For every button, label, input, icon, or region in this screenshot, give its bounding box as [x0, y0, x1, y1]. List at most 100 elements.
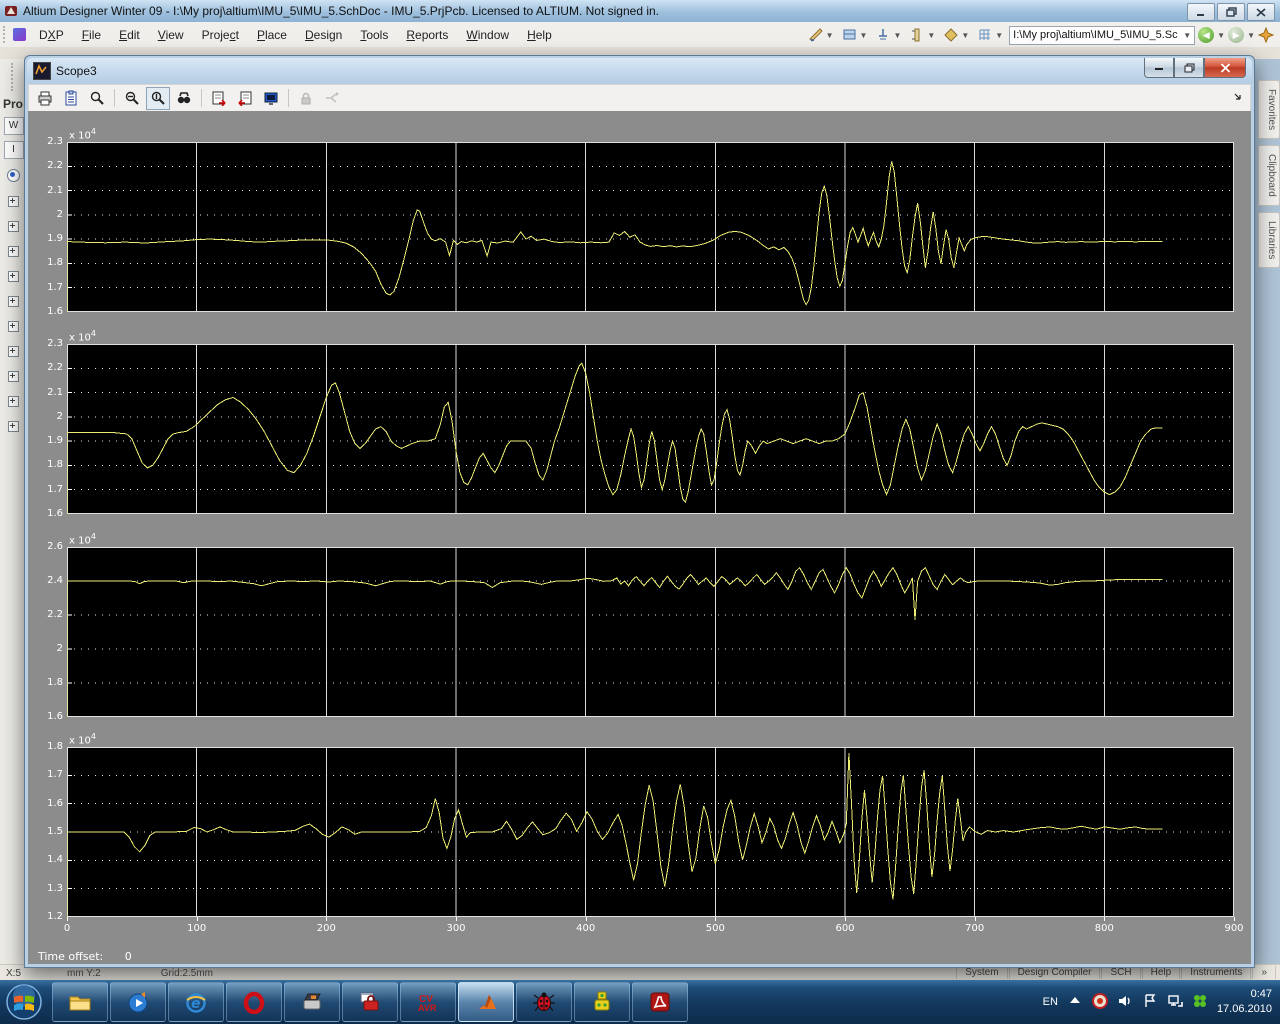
- drawing-tools-dropdown[interactable]: ▼: [805, 26, 837, 44]
- forward-button[interactable]: ▶: [1228, 27, 1244, 43]
- scope-restore-button[interactable]: [1174, 58, 1204, 78]
- project-tree: [0, 196, 27, 432]
- restore-axes-button[interactable]: [233, 87, 257, 110]
- altium-minimize-button[interactable]: [1187, 3, 1215, 21]
- sheet-symbol-dropdown[interactable]: ▼: [839, 26, 871, 44]
- internet-explorer-taskbar-button[interactable]: e: [168, 982, 224, 1022]
- programmer-taskbar-button[interactable]: [284, 982, 340, 1022]
- menu-item-reports[interactable]: Reports: [397, 25, 457, 45]
- power-port-dropdown[interactable]: ▼: [872, 26, 904, 44]
- explorer-taskbar-button[interactable]: [52, 982, 108, 1022]
- menu-item-window[interactable]: Window: [457, 25, 518, 45]
- zoom-y-button[interactable]: [146, 87, 170, 110]
- home-icon[interactable]: [1258, 27, 1274, 43]
- tree-expand-icon[interactable]: [8, 221, 19, 232]
- altium-window-title: Altium Designer Winter 09 - I:\My proj\a…: [23, 4, 659, 18]
- parameters-button[interactable]: [59, 87, 83, 110]
- scope-axes-4[interactable]: x 1041.81.71.61.51.41.31.2: [67, 747, 1234, 917]
- autoscale-binoculars-button[interactable]: [172, 87, 196, 110]
- back-dropdown-icon[interactable]: ▼: [1217, 31, 1225, 40]
- menu-item-edit[interactable]: Edit: [110, 25, 149, 45]
- signal-selection-icon: [324, 90, 340, 106]
- lock-axes-icon: [298, 90, 314, 106]
- net-label-dropdown[interactable]: ▼: [940, 26, 972, 44]
- svg-text:AVR: AVR: [418, 1003, 437, 1013]
- ladybug-taskbar-button[interactable]: [516, 982, 572, 1022]
- tree-expand-icon[interactable]: [8, 346, 19, 357]
- lock-axes-button[interactable]: [294, 87, 318, 110]
- workspace-button[interactable]: W: [4, 117, 24, 135]
- back-button[interactable]: ◀: [1198, 27, 1214, 43]
- zoom-button[interactable]: [85, 87, 109, 110]
- x-tick-label: 800: [1087, 923, 1121, 934]
- menu-item-place[interactable]: Place: [248, 25, 296, 45]
- tree-expand-icon[interactable]: [8, 396, 19, 407]
- signal-selection-button[interactable]: [320, 87, 344, 110]
- start-button[interactable]: [3, 982, 45, 1022]
- zoom-x-button[interactable]: [120, 87, 144, 110]
- tree-expand-icon[interactable]: [8, 296, 19, 307]
- scope-titlebar[interactable]: Scope3: [27, 58, 1252, 84]
- menu-item-project[interactable]: Project: [193, 25, 248, 45]
- toolbar-grip[interactable]: [3, 26, 9, 43]
- scope-axes-3[interactable]: x 1042.62.42.221.81.6: [67, 547, 1234, 717]
- panel-tab-libraries[interactable]: Libraries: [1258, 212, 1280, 268]
- tray-green-tray-button[interactable]: [1192, 993, 1208, 1012]
- tree-expand-icon[interactable]: [8, 321, 19, 332]
- media-player-taskbar-button[interactable]: [110, 982, 166, 1022]
- floating-scope-button[interactable]: [259, 87, 283, 110]
- scope-axes-2[interactable]: x 1042.32.22.121.91.81.71.6: [67, 344, 1234, 514]
- grid-dropdown[interactable]: ▼: [974, 26, 1006, 44]
- menu-item-dxp[interactable]: DXP: [30, 25, 73, 45]
- scope-axes-1[interactable]: x 1042.32.22.121.91.81.71.6: [67, 142, 1234, 312]
- tree-expand-icon[interactable]: [8, 246, 19, 257]
- menu-item-file[interactable]: File: [73, 25, 110, 45]
- robot-taskbar-button[interactable]: [574, 982, 630, 1022]
- scope-plot-canvas: [67, 747, 1234, 917]
- language-indicator[interactable]: EN: [1043, 996, 1058, 1008]
- ladybug-icon: [532, 990, 556, 1014]
- network-icon: [1167, 993, 1183, 1009]
- scope-minimize-button[interactable]: [1144, 58, 1174, 78]
- status-tabs-overflow[interactable]: »: [1252, 966, 1276, 979]
- document-path-combo[interactable]: I:\My proj\altium\IMU_5\IMU_5.Sc ▼: [1009, 26, 1195, 45]
- volume-tray-button[interactable]: [1117, 993, 1133, 1012]
- print-button[interactable]: [33, 87, 57, 110]
- network-tray-button[interactable]: [1167, 993, 1183, 1012]
- toolbar-overflow-icon[interactable]: [1234, 91, 1244, 101]
- chevron-down-icon[interactable]: ▼: [1183, 31, 1191, 40]
- matlab-taskbar-button[interactable]: [458, 982, 514, 1022]
- panel-tab-clipboard[interactable]: Clipboard: [1258, 145, 1280, 206]
- tree-expand-icon[interactable]: [8, 196, 19, 207]
- zoom-y-icon: [150, 90, 166, 106]
- y-axis-exponent-label: x 104: [69, 329, 96, 343]
- y-axis-exponent-label: x 104: [69, 732, 96, 746]
- altium-maximize-button[interactable]: [1217, 3, 1245, 21]
- part-dropdown[interactable]: ▼: [906, 26, 938, 44]
- panel-tab-favorites[interactable]: Favorites: [1258, 80, 1280, 139]
- menu-item-view[interactable]: View: [149, 25, 193, 45]
- cvavr-taskbar-button[interactable]: CVAVR: [400, 982, 456, 1022]
- tree-expand-icon[interactable]: [8, 271, 19, 282]
- y-tick-label: 2.1: [30, 387, 63, 398]
- taskbar-clock[interactable]: 0:47 17.06.2010: [1217, 987, 1276, 1017]
- scope-close-button[interactable]: [1204, 58, 1246, 78]
- acrobat-taskbar-button[interactable]: [632, 982, 688, 1022]
- tree-expand-icon[interactable]: [8, 421, 19, 432]
- radio-button[interactable]: [7, 169, 20, 182]
- matlab-icon: [474, 990, 498, 1014]
- toolbox-taskbar-button[interactable]: [342, 982, 398, 1022]
- panel-grip[interactable]: [11, 63, 17, 91]
- menu-item-help[interactable]: Help: [518, 25, 561, 45]
- action-center-flag-tray-button[interactable]: [1142, 993, 1158, 1012]
- opera-taskbar-button[interactable]: [226, 982, 282, 1022]
- forward-dropdown-icon[interactable]: ▼: [1247, 31, 1255, 40]
- altium-close-button[interactable]: [1247, 3, 1275, 21]
- menu-item-tools[interactable]: Tools: [351, 25, 397, 45]
- save-axes-button[interactable]: [207, 87, 231, 110]
- tree-expand-icon[interactable]: [8, 371, 19, 382]
- hiddens-arrow-icon-tray-button[interactable]: [1067, 993, 1083, 1012]
- project-button[interactable]: I: [4, 141, 24, 159]
- menu-item-design[interactable]: Design: [296, 25, 351, 45]
- tray-red-tray-button[interactable]: [1092, 993, 1108, 1012]
